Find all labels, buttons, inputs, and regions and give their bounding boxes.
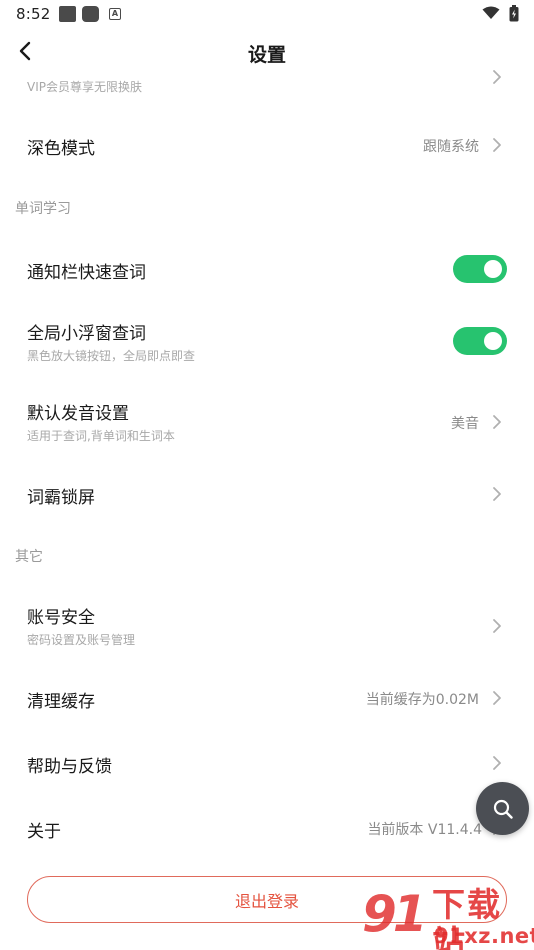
account-title: 账号安全 <box>27 608 95 628</box>
status-time: 8:52 <box>16 5 51 23</box>
toggle-knob <box>484 260 502 278</box>
pronunciation-subtitle: 适用于查词,背单词和生词本 <box>27 429 175 443</box>
chevron-right-icon <box>493 415 501 429</box>
notify-lookup-toggle[interactable] <box>453 255 507 283</box>
notification-icon <box>82 6 99 22</box>
clear-cache-row[interactable]: 清理缓存 当前缓存为0.02M <box>0 670 534 726</box>
notification-a-icon: A <box>109 8 121 20</box>
skin-row-subtitle: VIP会员尊享无限换肤 <box>27 80 142 94</box>
chevron-right-icon <box>493 756 501 770</box>
lockscreen-title: 词霸锁屏 <box>27 488 95 508</box>
about-title: 关于 <box>27 822 61 842</box>
chevron-right-icon <box>493 70 501 84</box>
battery-icon <box>509 5 519 22</box>
account-row[interactable]: 账号安全 密码设置及账号管理 <box>0 596 534 656</box>
notification-icon <box>59 6 76 22</box>
header: 设置 <box>0 28 534 76</box>
float-lookup-subtitle: 黑色放大镜按钮，全局即点即查 <box>27 349 196 363</box>
dark-mode-title: 深色模式 <box>27 139 95 159</box>
account-subtitle: 密码设置及账号管理 <box>27 633 136 647</box>
pronunciation-value: 美音 <box>451 416 479 432</box>
clear-cache-value: 当前缓存为0.02M <box>365 692 479 708</box>
chevron-right-icon <box>493 691 501 705</box>
toggle-knob <box>484 332 502 350</box>
section-label-other: 其它 <box>15 549 43 565</box>
dark-mode-row[interactable]: 深色模式 跟随系统 <box>0 118 534 174</box>
page-title: 设置 <box>247 44 286 66</box>
status-bar: 8:52 A <box>0 0 534 28</box>
chevron-right-icon <box>493 619 501 633</box>
wifi-icon <box>482 6 500 19</box>
section-label-words: 单词学习 <box>15 201 71 217</box>
watermark-digits: 91 <box>362 885 428 943</box>
pronunciation-title: 默认发音设置 <box>27 404 129 424</box>
notify-lookup-title: 通知栏快速查词 <box>27 263 146 283</box>
settings-screen: 8:52 A 设置 VIP会员尊享无限换肤 深色模式 跟随系统 单词学习 通知栏… <box>0 0 534 950</box>
help-title: 帮助与反馈 <box>27 757 112 777</box>
help-row[interactable]: 帮助与反馈 <box>0 735 534 791</box>
notify-lookup-row: 通知栏快速查词 <box>0 242 534 298</box>
float-lookup-title: 全局小浮窗查词 <box>27 324 146 344</box>
dark-mode-value: 跟随系统 <box>423 139 479 155</box>
search-icon <box>493 799 513 819</box>
float-lookup-toggle[interactable] <box>453 327 507 355</box>
watermark-url: 91xz.net <box>434 924 534 948</box>
clear-cache-title: 清理缓存 <box>27 692 95 712</box>
logout-label: 退出登录 <box>234 891 299 911</box>
watermark-logo: 91 下载站 91xz.net <box>362 884 534 950</box>
chevron-right-icon <box>493 138 501 152</box>
float-lookup-row: 全局小浮窗查词 黑色放大镜按钮，全局即点即查 <box>0 312 534 372</box>
about-row[interactable]: 关于 当前版本 V11.4.4 <box>0 800 534 856</box>
about-value: 当前版本 V11.4.4 <box>367 822 482 838</box>
floating-search-button[interactable] <box>476 782 529 835</box>
chevron-right-icon <box>493 487 501 501</box>
lockscreen-row[interactable]: 词霸锁屏 <box>0 466 534 522</box>
pronunciation-row[interactable]: 默认发音设置 适用于查词,背单词和生词本 美音 <box>0 392 534 452</box>
skin-row[interactable]: VIP会员尊享无限换肤 <box>0 70 534 104</box>
